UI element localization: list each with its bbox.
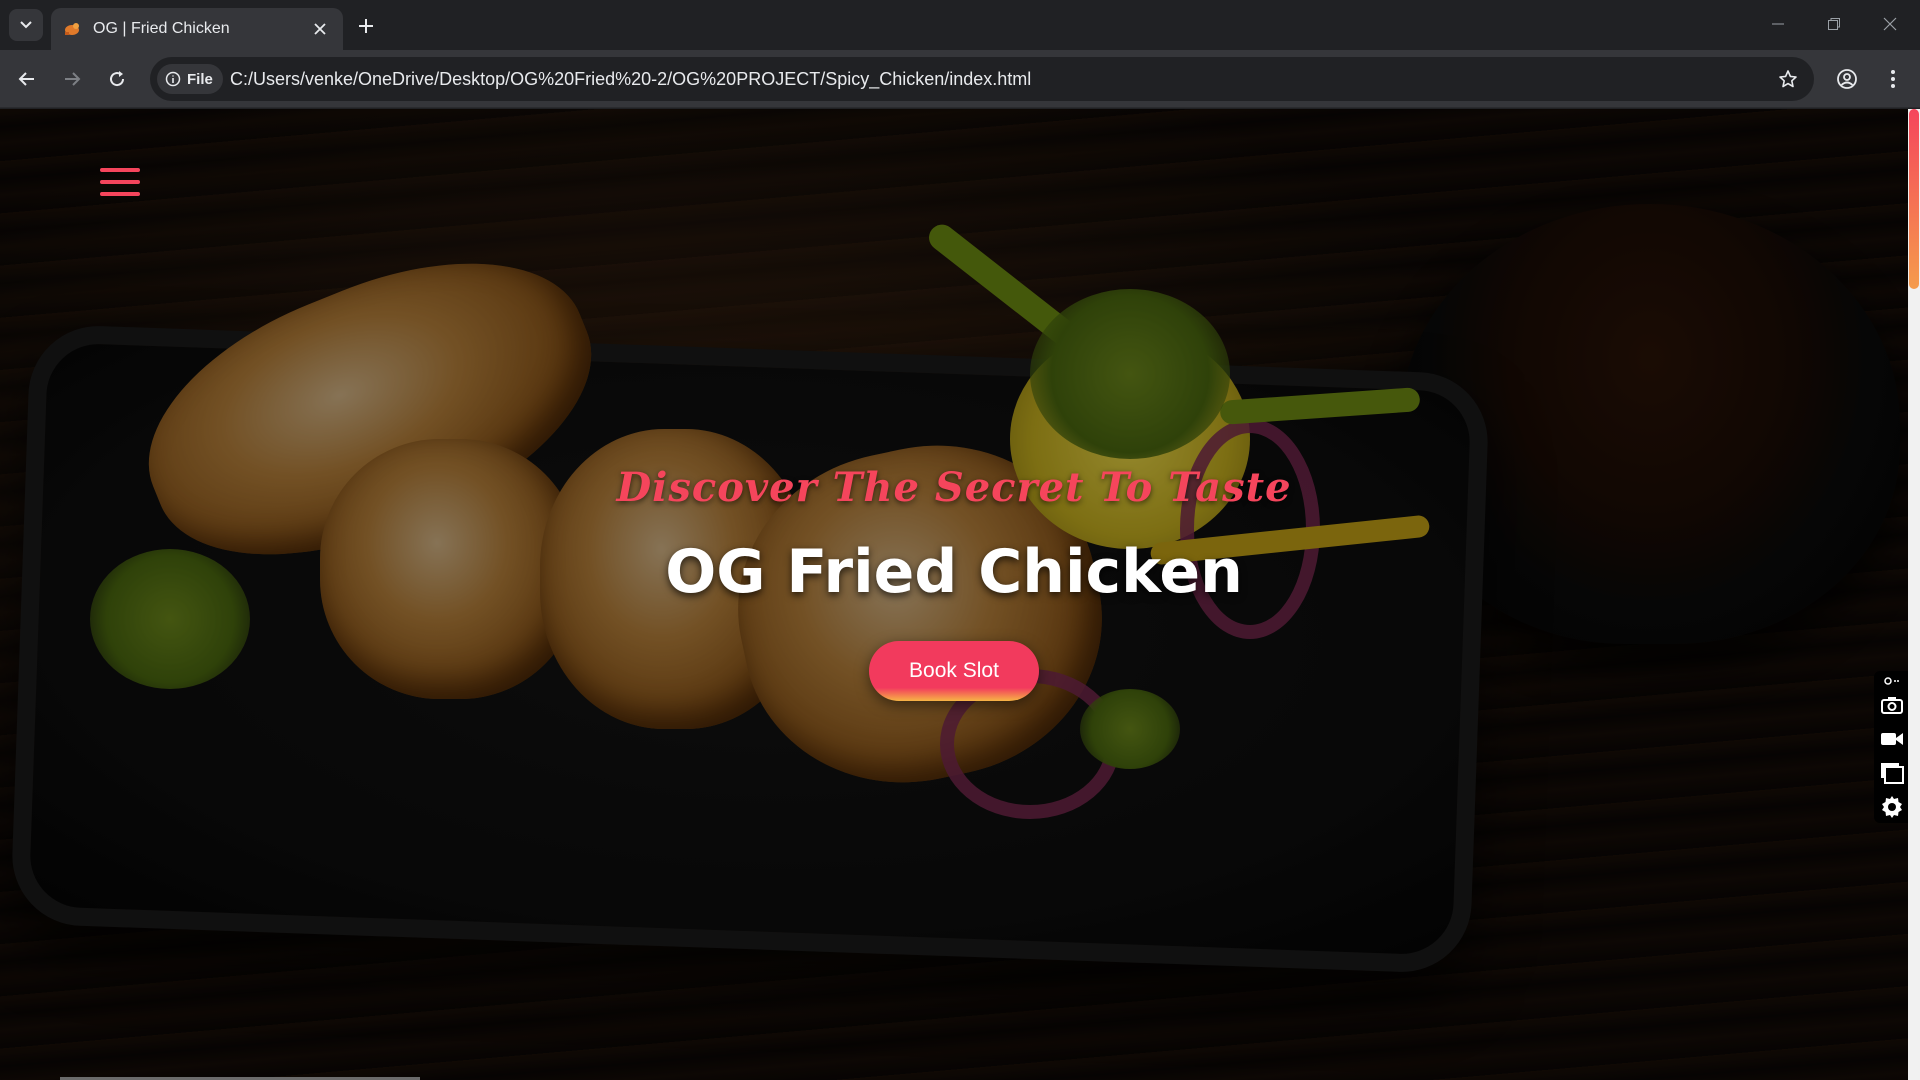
- tab-strip: OG | Fried Chicken: [0, 0, 1920, 50]
- address-bar[interactable]: File C:/Users/venke/OneDrive/Desktop/OG%…: [150, 57, 1814, 101]
- forward-arrow-icon: [65, 72, 81, 86]
- capture-toolbar: [1874, 671, 1908, 823]
- record-video-button[interactable]: [1880, 727, 1904, 751]
- camera-icon: [1881, 697, 1903, 714]
- close-icon: [314, 23, 326, 35]
- window-icon: [1881, 763, 1904, 784]
- star-icon: [1779, 70, 1797, 88]
- profile-button[interactable]: [1830, 62, 1864, 96]
- bookmark-button[interactable]: [1776, 67, 1800, 91]
- menu-dots-icon: [1891, 70, 1895, 88]
- file-chip-label: File: [187, 70, 213, 88]
- hamburger-line: [100, 168, 140, 172]
- site-info-chip[interactable]: File: [157, 64, 223, 94]
- pin-button[interactable]: [1880, 673, 1904, 689]
- browser-toolbar: File C:/Users/venke/OneDrive/Desktop/OG%…: [0, 50, 1920, 108]
- tab-search-button[interactable]: [9, 9, 43, 41]
- profile-icon: [1837, 69, 1857, 89]
- reload-button[interactable]: [100, 62, 134, 96]
- info-icon: [165, 71, 181, 87]
- browser-menu-button[interactable]: [1876, 62, 1910, 96]
- window-capture-button[interactable]: [1880, 761, 1904, 785]
- restore-button[interactable]: [1806, 0, 1862, 48]
- chevron-down-icon: [20, 21, 32, 29]
- hamburger-menu-button[interactable]: [100, 168, 140, 196]
- hamburger-line: [100, 192, 140, 196]
- pin-icon: [1884, 677, 1899, 685]
- scrollbar-thumb[interactable]: [1909, 109, 1919, 289]
- minimize-button[interactable]: [1750, 0, 1806, 48]
- hero-headline: OG Fried Chicken: [665, 537, 1243, 607]
- capture-settings-button[interactable]: [1880, 795, 1904, 819]
- close-tab-button[interactable]: [309, 18, 331, 40]
- restore-icon: [1828, 18, 1840, 30]
- vertical-scrollbar[interactable]: [1908, 109, 1920, 1080]
- hero-section: Discover The Secret To Taste OG Fried Ch…: [0, 109, 1908, 1080]
- book-slot-button[interactable]: Book Slot: [869, 641, 1039, 701]
- hero-content: Discover The Secret To Taste OG Fried Ch…: [0, 464, 1908, 701]
- back-arrow-icon: [18, 72, 34, 86]
- hamburger-line: [100, 180, 140, 184]
- url-text[interactable]: C:/Users/venke/OneDrive/Desktop/OG%20Fri…: [230, 69, 1031, 90]
- page-viewport: Discover The Secret To Taste OG Fried Ch…: [0, 109, 1920, 1080]
- active-tab[interactable]: OG | Fried Chicken: [51, 8, 343, 50]
- close-window-icon: [1883, 17, 1897, 31]
- new-tab-button[interactable]: [352, 12, 380, 40]
- back-button[interactable]: [10, 62, 44, 96]
- settings-icon: [1882, 796, 1902, 818]
- minimize-icon: [1772, 23, 1784, 25]
- plus-icon: [359, 19, 373, 33]
- hero-tagline: Discover The Secret To Taste: [616, 464, 1292, 511]
- screenshot-button[interactable]: [1880, 693, 1904, 717]
- chicken-favicon-icon: [65, 23, 79, 35]
- close-window-button[interactable]: [1862, 0, 1918, 48]
- video-icon: [1881, 733, 1903, 745]
- tab-title: OG | Fried Chicken: [93, 20, 230, 37]
- reload-icon: [110, 71, 125, 87]
- forward-button[interactable]: [55, 62, 89, 96]
